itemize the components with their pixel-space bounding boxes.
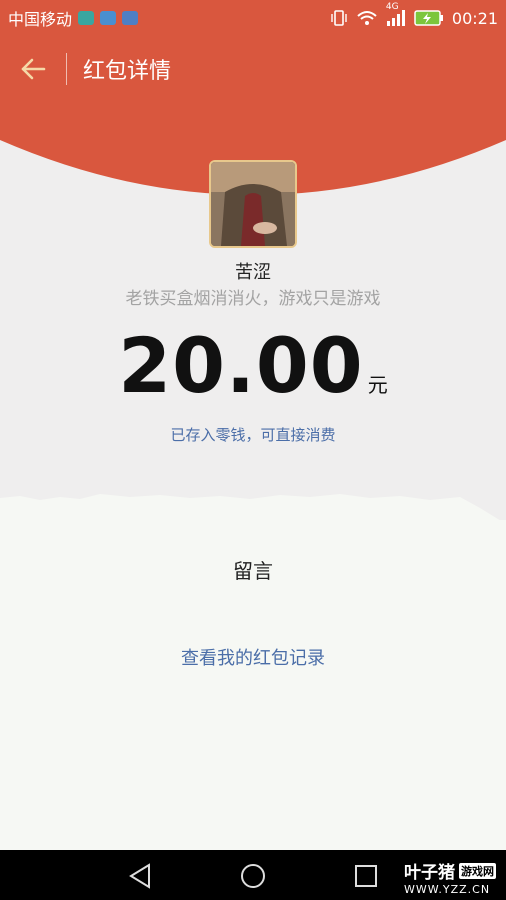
back-arrow-icon: [21, 58, 46, 80]
header-divider: [66, 53, 67, 85]
app-header: 红包详情: [0, 36, 506, 102]
system-nav-bar: 叶子猪 游戏网 WWW.YZZ.CN: [0, 850, 506, 900]
network-type-label: 4G: [385, 2, 399, 12]
watermark-brand: 叶子猪: [404, 863, 455, 883]
vibrate-icon: [331, 10, 347, 26]
watermark-tag: 游戏网: [459, 862, 496, 879]
back-button[interactable]: [0, 36, 66, 102]
battery-charging-icon: [414, 10, 443, 26]
wifi-icon: [357, 11, 377, 25]
circle-home-icon: [241, 864, 265, 888]
square-recents-icon: [355, 865, 377, 887]
app-notification-icon: [78, 11, 95, 25]
watermark-url: WWW.YZZ.CN: [404, 883, 491, 896]
health-notification-icon: [100, 11, 117, 25]
nav-back-button[interactable]: [127, 862, 155, 890]
deposit-note-link[interactable]: 已存入零钱，可直接消费: [0, 424, 506, 445]
sender-avatar[interactable]: [209, 160, 297, 248]
clock: 00:21: [451, 8, 498, 28]
nav-recents-button[interactable]: [352, 862, 380, 890]
sender-name: 苦涩: [235, 262, 271, 283]
view-records-link[interactable]: 查看我的红包记录: [0, 644, 506, 670]
signal-icon: [386, 10, 405, 26]
leave-message-button[interactable]: 留言: [0, 555, 506, 584]
avatar-photo: [211, 162, 295, 246]
nav-home-button[interactable]: [239, 862, 267, 890]
triangle-back-icon: [129, 863, 150, 889]
amount-row: 20.00 元: [0, 328, 506, 404]
status-bar: 中国移动 4G 00:21: [0, 0, 506, 36]
red-packet-wish: 老铁买盒烟消消火，游戏只是游戏: [125, 289, 381, 309]
carrier-label: 中国移动: [8, 10, 73, 29]
watermark-logo: 叶子猪 游戏网 WWW.YZZ.CN: [404, 858, 496, 896]
amount-unit: 元: [367, 373, 388, 397]
page-title: 红包详情: [83, 59, 172, 84]
amount-value: 20.00: [118, 321, 364, 410]
image-notification-icon: [122, 11, 139, 25]
